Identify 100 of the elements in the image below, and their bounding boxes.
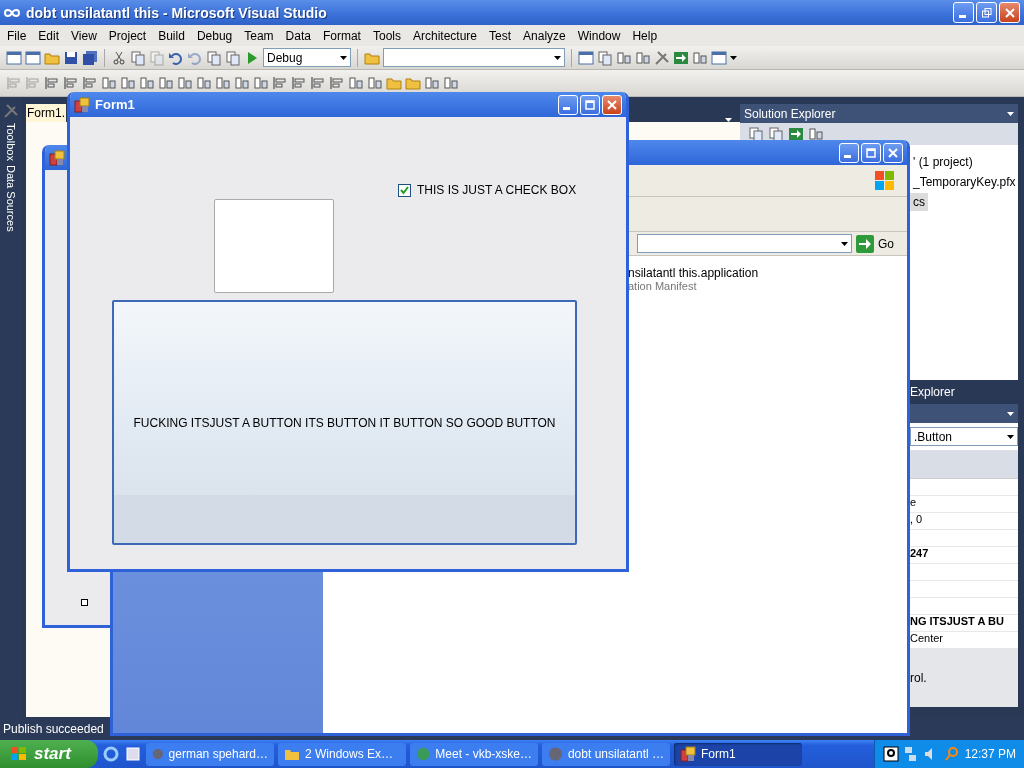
menu-item[interactable]: Data xyxy=(279,28,317,43)
menu-item[interactable]: Edit xyxy=(32,28,66,43)
menu-item[interactable]: Architecture xyxy=(407,28,483,43)
menu-item[interactable]: Format xyxy=(316,28,367,43)
caret-icon xyxy=(1007,111,1014,116)
menu-item[interactable]: Build xyxy=(152,28,191,43)
align-icon[interactable] xyxy=(291,75,307,91)
minimize-icon xyxy=(563,107,570,110)
infinity-icon xyxy=(4,7,20,18)
layout-icon[interactable] xyxy=(101,75,117,91)
caret-icon xyxy=(841,241,848,246)
layout-icon[interactable] xyxy=(177,75,193,91)
clock: 12:37 PM xyxy=(964,747,1016,761)
close-button[interactable] xyxy=(602,94,622,115)
minimize-button[interactable] xyxy=(953,2,974,23)
maximize-button[interactable] xyxy=(861,142,881,163)
minimize-icon xyxy=(844,155,851,158)
align-icon[interactable] xyxy=(310,75,326,91)
layout-icon[interactable] xyxy=(424,75,440,91)
menu-item[interactable]: Window xyxy=(571,28,627,43)
close-icon xyxy=(1004,7,1015,18)
menu-item[interactable]: Analyze xyxy=(517,28,572,43)
object-combo[interactable]: .Button xyxy=(910,427,1018,446)
layout-icon[interactable] xyxy=(692,49,708,66)
address-field[interactable] xyxy=(637,234,852,253)
align-icon[interactable] xyxy=(329,75,345,91)
form-icon xyxy=(49,149,65,166)
network-icon[interactable] xyxy=(903,746,918,762)
side-tab[interactable]: Data Sources xyxy=(5,164,17,232)
layout-icon[interactable] xyxy=(196,75,212,91)
menu-item[interactable]: Help xyxy=(626,28,664,43)
close-button[interactable] xyxy=(883,142,903,163)
resize-handle[interactable] xyxy=(81,599,88,606)
tree-item[interactable]: cs xyxy=(910,193,928,211)
layout-icon[interactable] xyxy=(120,75,136,91)
layout-icon[interactable] xyxy=(616,49,632,66)
save-icon[interactable] xyxy=(63,49,79,66)
close-button[interactable] xyxy=(999,2,1020,23)
taskbar-button[interactable]: 2 Windows Ex… xyxy=(278,742,406,766)
window-icon[interactable] xyxy=(25,49,41,66)
menu-item[interactable]: Tools xyxy=(366,28,407,43)
layout-icon[interactable] xyxy=(253,75,269,91)
window-icon[interactable] xyxy=(578,49,594,66)
caret-icon xyxy=(340,55,347,60)
menu-item[interactable]: Debug xyxy=(190,28,239,43)
menu-item[interactable]: Project xyxy=(102,28,153,43)
copy-icon[interactable] xyxy=(130,49,146,66)
layout-icon[interactable] xyxy=(139,75,155,91)
side-tab[interactable]: Toolbox xyxy=(5,123,17,161)
configuration-combo[interactable]: Debug xyxy=(263,48,351,67)
form-icon xyxy=(680,746,696,762)
layout-icon[interactable] xyxy=(635,49,651,66)
maximize-button[interactable] xyxy=(580,94,600,115)
layout-icon[interactable] xyxy=(348,75,364,91)
tree-item[interactable]: _TemporaryKey.pfx xyxy=(910,173,1019,191)
app-icon xyxy=(152,746,164,762)
panel-tab[interactable]: Explorer xyxy=(910,385,955,399)
property-description: rol. xyxy=(910,671,927,685)
menu-item[interactable]: Team xyxy=(238,28,280,43)
taskbar-button[interactable]: Form1 xyxy=(674,742,802,766)
go-button[interactable]: Go xyxy=(856,233,904,254)
restore-button[interactable] xyxy=(976,2,997,23)
layout-icon[interactable] xyxy=(808,126,824,142)
checkbox-label[interactable]: THIS IS JUST A CHECK BOX xyxy=(417,183,577,197)
close-icon xyxy=(607,99,617,110)
layout-icon[interactable] xyxy=(443,75,459,91)
panel-title: Solution Explorer xyxy=(744,106,836,121)
align-icon[interactable] xyxy=(63,75,79,91)
save-all-icon[interactable] xyxy=(82,49,98,66)
platform-combo[interactable] xyxy=(383,48,565,67)
menu-item[interactable]: View xyxy=(65,28,103,43)
window-icon[interactable] xyxy=(6,49,22,66)
minimize-button[interactable] xyxy=(558,94,578,115)
window-icon[interactable] xyxy=(711,49,727,66)
cut-icon[interactable] xyxy=(111,49,127,66)
document-tab[interactable]: Form1. xyxy=(26,104,66,122)
copy-icon[interactable] xyxy=(597,49,613,66)
taskbar-button[interactable]: dobt unsilatantl … xyxy=(542,742,670,766)
align-icon[interactable] xyxy=(82,75,98,91)
close-icon xyxy=(888,147,898,158)
menu-item[interactable]: File xyxy=(1,28,33,43)
tree-item[interactable]: ' (1 project) xyxy=(910,153,976,171)
taskbar-button[interactable]: german spehard… xyxy=(146,742,274,766)
layout-icon[interactable] xyxy=(234,75,250,91)
taskbar-button[interactable]: Meet - vkb-xske… xyxy=(410,742,538,766)
app-icon xyxy=(548,746,563,762)
align-icon[interactable] xyxy=(44,75,60,91)
layout-icon[interactable] xyxy=(215,75,231,91)
form-icon xyxy=(74,96,90,113)
copy-icon[interactable] xyxy=(225,49,241,66)
file-name[interactable]: nsilatantl this.application xyxy=(628,266,907,280)
minimize-button[interactable] xyxy=(839,142,859,163)
menu-item[interactable]: Test xyxy=(483,28,518,43)
align-icon[interactable] xyxy=(272,75,288,91)
copy-icon[interactable] xyxy=(206,49,222,66)
caret-icon xyxy=(554,55,561,60)
checkbox[interactable] xyxy=(398,183,411,197)
layout-icon[interactable] xyxy=(158,75,174,91)
layout-icon[interactable] xyxy=(367,75,383,91)
form-button[interactable]: FUCKING ITSJUST A BUTTON ITS BUTTON IT BUTTON SO GOOD BUTTON xyxy=(112,300,577,545)
